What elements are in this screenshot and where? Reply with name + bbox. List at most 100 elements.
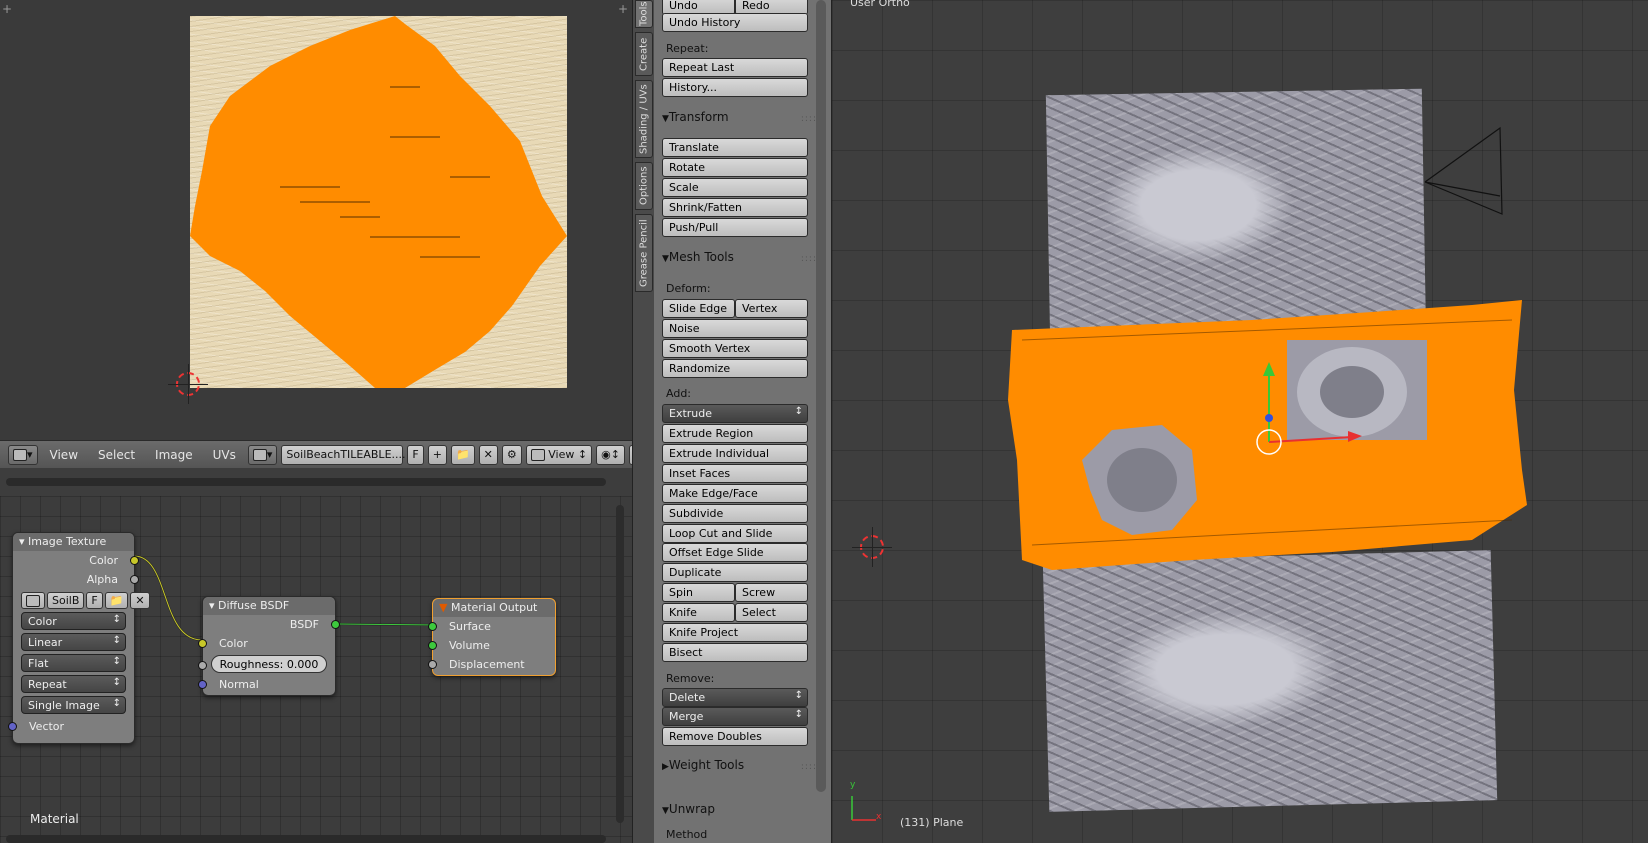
socket-roughness-in[interactable] bbox=[198, 661, 207, 670]
repeat-last-button[interactable]: Repeat Last bbox=[662, 58, 808, 77]
socket-normal-in[interactable] bbox=[198, 680, 207, 689]
tab-tools[interactable]: Tools bbox=[635, 0, 653, 28]
selected-mesh[interactable] bbox=[832, 0, 1648, 843]
diffuse-bsdf-node[interactable]: ▾ Diffuse BSDF BSDF Color Roughness: 0.0… bbox=[198, 596, 340, 696]
node-header[interactable]: ▼ Material Output bbox=[433, 599, 555, 617]
extrude-menu[interactable]: Extrude bbox=[662, 404, 808, 423]
toolshelf-scrollbar[interactable] bbox=[816, 0, 826, 792]
menu-image[interactable]: Image bbox=[147, 448, 201, 462]
material-output-node[interactable]: ▼ Material Output Surface Volume Displac… bbox=[428, 598, 556, 676]
extrude-region-button[interactable]: Extrude Region bbox=[662, 424, 808, 443]
extension-select[interactable]: Repeat bbox=[21, 675, 126, 693]
fake-user-button[interactable]: F bbox=[407, 444, 424, 465]
area-split-corner[interactable]: + bbox=[618, 2, 628, 16]
history-button[interactable]: History... bbox=[662, 78, 808, 97]
editor-type-button[interactable]: ▾ bbox=[8, 444, 38, 465]
make-edge-face-button[interactable]: Make Edge/Face bbox=[662, 484, 808, 503]
socket-alpha-out[interactable] bbox=[130, 575, 139, 584]
spin-button[interactable]: Spin bbox=[662, 583, 735, 602]
panel-grip-icon[interactable]: :::: bbox=[801, 254, 817, 264]
image-browse-button[interactable] bbox=[21, 592, 45, 609]
unwrap-panel-header[interactable]: Unwrap bbox=[662, 802, 715, 816]
tool-shelf: Undo Redo Undo History Repeat: Repeat La… bbox=[654, 0, 832, 843]
weight-tools-panel-header[interactable]: Weight Tools bbox=[662, 758, 744, 772]
node-header[interactable]: ▾ Diffuse BSDF bbox=[203, 597, 335, 615]
socket-displacement-in[interactable] bbox=[428, 660, 437, 669]
slide-edge-button[interactable]: Slide Edge bbox=[662, 299, 735, 318]
socket-bsdf-out[interactable] bbox=[331, 620, 340, 629]
projection-select[interactable]: Flat bbox=[21, 654, 126, 672]
image-selector-row: SoilB F 📁 ✕ bbox=[21, 592, 150, 609]
pivot-select[interactable]: ◉ ↕ bbox=[596, 444, 625, 465]
socket-vector-in[interactable] bbox=[8, 722, 17, 731]
panel-grip-icon[interactable]: :::: bbox=[801, 114, 817, 124]
tab-grease-pencil[interactable]: Grease Pencil bbox=[635, 214, 653, 292]
node-editor-hscroll[interactable] bbox=[6, 835, 606, 843]
transform-panel-header[interactable]: Transform bbox=[662, 110, 729, 124]
menu-view[interactable]: View bbox=[42, 448, 86, 462]
3d-cursor[interactable] bbox=[168, 364, 208, 404]
node-editor-vscroll[interactable] bbox=[616, 505, 624, 823]
bisect-button[interactable]: Bisect bbox=[662, 643, 808, 662]
screw-button[interactable]: Screw bbox=[735, 583, 808, 602]
subdivide-button[interactable]: Subdivide bbox=[662, 504, 808, 523]
pin-image-button[interactable]: ⚙ bbox=[501, 444, 522, 465]
uv-editor-scrollbar[interactable] bbox=[6, 478, 606, 486]
image-browse-button[interactable]: ▾ bbox=[247, 444, 278, 465]
shrink-fatten-button[interactable]: Shrink/Fatten bbox=[662, 198, 808, 217]
open-image-button[interactable]: 📁 bbox=[104, 592, 129, 609]
inset-faces-button[interactable]: Inset Faces bbox=[662, 464, 808, 483]
extrude-individual-button[interactable]: Extrude Individual bbox=[662, 444, 808, 463]
socket-volume-in[interactable] bbox=[428, 641, 437, 650]
loop-cut-button[interactable]: Loop Cut and Slide bbox=[662, 524, 808, 543]
interpolation-select[interactable]: Linear bbox=[21, 633, 126, 651]
smooth-vertex-button[interactable]: Smooth Vertex bbox=[662, 339, 808, 358]
menu-select[interactable]: Select bbox=[90, 448, 143, 462]
knife-project-button[interactable]: Knife Project bbox=[662, 623, 808, 642]
roughness-field[interactable]: Roughness: 0.000 bbox=[211, 655, 327, 673]
tab-options[interactable]: Options bbox=[635, 162, 653, 210]
randomize-button[interactable]: Randomize bbox=[662, 359, 808, 378]
push-pull-button[interactable]: Push/Pull bbox=[662, 218, 808, 237]
noise-button[interactable]: Noise bbox=[662, 319, 808, 338]
duplicate-button[interactable]: Duplicate bbox=[662, 563, 808, 582]
image-name-field[interactable]: SoilB bbox=[47, 592, 85, 609]
socket-color-out[interactable] bbox=[130, 556, 139, 565]
panel-grip-icon[interactable]: :::: bbox=[801, 762, 817, 772]
menu-uvs[interactable]: UVs bbox=[205, 448, 244, 462]
image-texture-node[interactable]: ▾ Image Texture Color Alpha SoilB F 📁 ✕ … bbox=[8, 532, 150, 744]
vertex-slide-button[interactable]: Vertex bbox=[735, 299, 808, 318]
merge-menu[interactable]: Merge bbox=[662, 707, 808, 726]
tab-create[interactable]: Create bbox=[635, 32, 653, 76]
scale-button[interactable]: Scale bbox=[662, 178, 808, 197]
view-mode-select[interactable]: View ↕ bbox=[525, 444, 593, 465]
translate-button[interactable]: Translate bbox=[662, 138, 808, 157]
unlink-image-button[interactable]: ✕ bbox=[478, 444, 498, 465]
color-space-select[interactable]: Color bbox=[21, 612, 126, 630]
knife-button[interactable]: Knife bbox=[662, 603, 735, 622]
knife-select-button[interactable]: Select bbox=[735, 603, 808, 622]
socket-color-in[interactable] bbox=[198, 639, 207, 648]
mesh-tools-panel-header[interactable]: Mesh Tools bbox=[662, 250, 734, 264]
new-image-button[interactable]: + bbox=[427, 444, 447, 465]
unlink-image-button[interactable]: ✕ bbox=[130, 592, 150, 609]
3d-cursor[interactable] bbox=[852, 527, 892, 567]
3d-viewport[interactable]: User Ortho y x (131) Plane bbox=[832, 0, 1648, 843]
tab-shading-uvs[interactable]: Shading / UVs bbox=[635, 80, 653, 158]
undo-history-button[interactable]: Undo History bbox=[662, 13, 808, 32]
remove-doubles-button[interactable]: Remove Doubles bbox=[662, 727, 808, 746]
node-editor[interactable]: ▾ Image Texture Color Alpha SoilB F 📁 ✕ … bbox=[0, 496, 632, 843]
rotate-button[interactable]: Rotate bbox=[662, 158, 808, 177]
node-header[interactable]: ▾ Image Texture bbox=[13, 533, 134, 551]
delete-menu[interactable]: Delete bbox=[662, 688, 808, 707]
uv-island-selected[interactable] bbox=[190, 16, 567, 388]
node-title: Material Output bbox=[450, 601, 538, 614]
area-split-corner[interactable]: + bbox=[2, 2, 12, 16]
open-image-button[interactable]: 📁 bbox=[450, 444, 475, 465]
fake-user-button[interactable]: F bbox=[86, 592, 103, 609]
image-name-field[interactable]: SoilBeachTILEABLE.... bbox=[281, 444, 406, 465]
offset-edge-slide-button[interactable]: Offset Edge Slide bbox=[662, 543, 808, 562]
socket-surface-in[interactable] bbox=[428, 622, 437, 631]
uv-image-editor[interactable]: + + bbox=[0, 0, 632, 440]
source-select[interactable]: Single Image bbox=[21, 696, 126, 714]
